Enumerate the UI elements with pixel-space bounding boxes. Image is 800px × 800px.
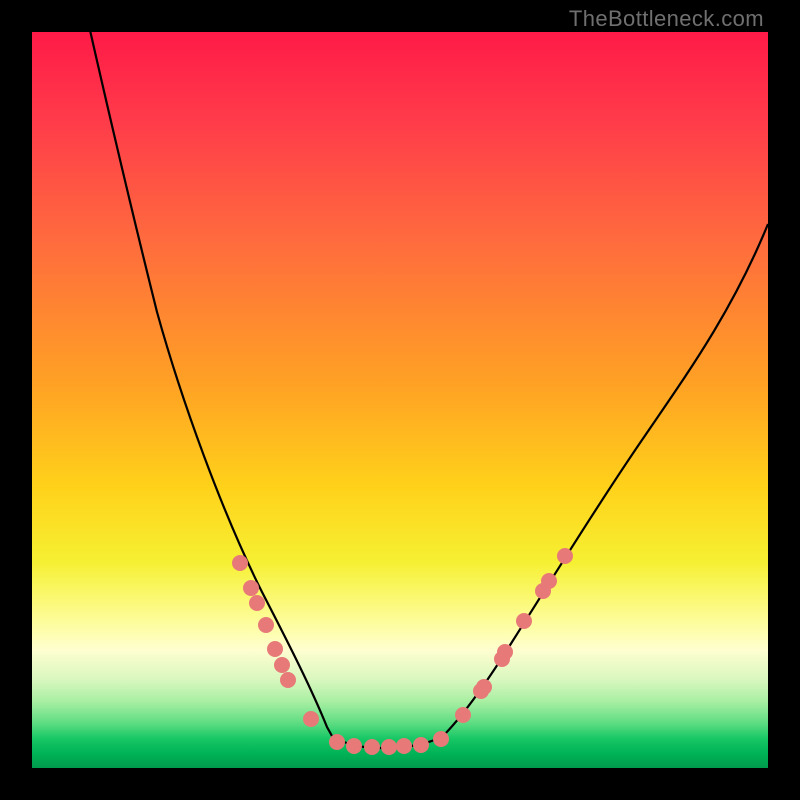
data-dot	[396, 738, 412, 754]
data-dot	[516, 613, 532, 629]
data-dot	[232, 555, 248, 571]
data-dot	[455, 707, 471, 723]
bottleneck-chart	[32, 32, 768, 768]
curve-left	[87, 32, 332, 736]
data-dot	[249, 595, 265, 611]
data-dot	[329, 734, 345, 750]
data-dot	[476, 679, 492, 695]
data-dot	[267, 641, 283, 657]
data-dot	[280, 672, 296, 688]
watermark-text: TheBottleneck.com	[569, 6, 764, 32]
data-dot	[497, 644, 513, 660]
curve-right	[442, 224, 768, 737]
dots-group	[232, 548, 573, 755]
data-dot	[274, 657, 290, 673]
data-dot	[557, 548, 573, 564]
data-dot	[413, 737, 429, 753]
data-dot	[303, 711, 319, 727]
data-dot	[541, 573, 557, 589]
data-dot	[346, 738, 362, 754]
data-dot	[381, 739, 397, 755]
data-dot	[364, 739, 380, 755]
data-dot	[243, 580, 259, 596]
data-dot	[433, 731, 449, 747]
data-dot	[258, 617, 274, 633]
